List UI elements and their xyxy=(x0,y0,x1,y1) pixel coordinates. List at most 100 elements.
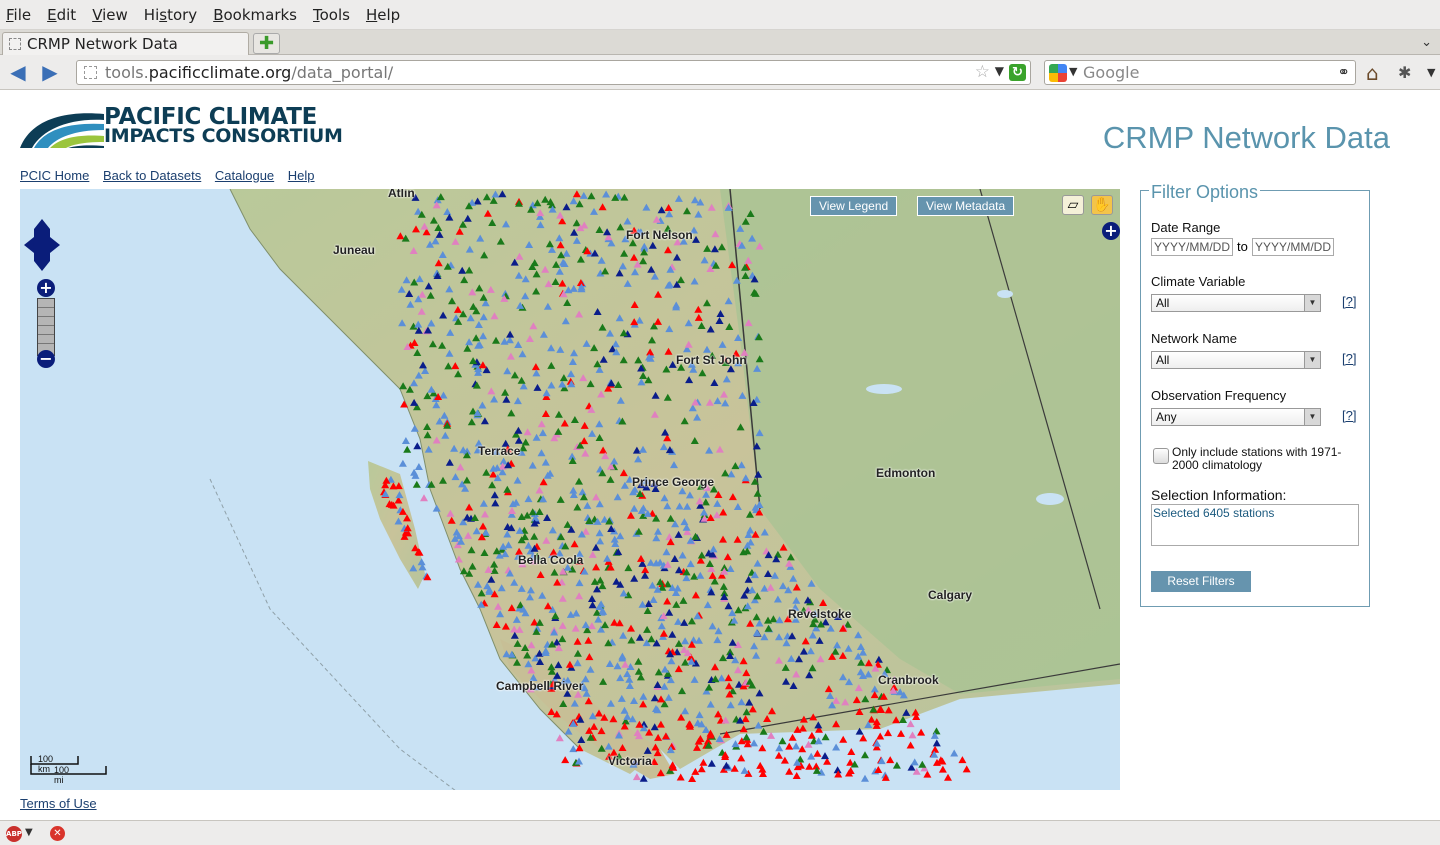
tab-list-chevron-icon[interactable]: ⌄ xyxy=(1421,35,1432,50)
station-marker[interactable] xyxy=(923,770,932,778)
station-marker[interactable] xyxy=(632,773,641,781)
date-from-input[interactable]: YYYY/MM/DD xyxy=(1151,238,1233,256)
extension-dropdown-icon[interactable]: ▼ xyxy=(1427,66,1435,79)
station-marker[interactable] xyxy=(737,754,746,762)
pcic-logo[interactable]: PACIFIC CLIMATE IMPACTS CONSORTIUM xyxy=(20,106,372,150)
zoom-out-button[interactable]: − xyxy=(37,350,55,368)
station-marker[interactable] xyxy=(958,756,967,764)
url-bar[interactable]: tools. pacificclimate.org/data_portal/ ☆ … xyxy=(76,60,1031,85)
station-marker[interactable] xyxy=(906,741,915,749)
browser-tab[interactable]: CRMP Network Data xyxy=(2,32,249,55)
station-marker[interactable] xyxy=(839,735,848,743)
station-marker[interactable] xyxy=(778,737,787,745)
menu-history[interactable]: History xyxy=(142,6,199,24)
station-marker[interactable] xyxy=(892,761,901,769)
network-name-help-link[interactable]: [?] xyxy=(1342,351,1356,366)
link-catalogue[interactable]: Catalogue xyxy=(215,168,274,183)
zoom-in-button[interactable]: + xyxy=(37,279,55,297)
station-map[interactable]: Atlin Juneau Fort Nelson Fort St John Te… xyxy=(20,189,1120,790)
station-marker[interactable] xyxy=(792,742,801,750)
station-marker[interactable] xyxy=(561,756,570,764)
url-history-dropdown-icon[interactable]: ▼ xyxy=(995,64,1004,78)
link-back-to-datasets[interactable]: Back to Datasets xyxy=(103,168,201,183)
station-marker[interactable] xyxy=(740,766,749,774)
station-marker[interactable] xyxy=(697,765,706,773)
station-marker[interactable] xyxy=(932,739,941,747)
station-marker[interactable] xyxy=(931,745,940,753)
menu-file[interactable]: File xyxy=(4,6,33,24)
map-canvas[interactable] xyxy=(20,189,1120,790)
station-marker[interactable] xyxy=(938,765,947,773)
layer-switcher-icon[interactable]: + xyxy=(1102,222,1120,240)
menu-view[interactable]: View xyxy=(90,6,130,24)
reload-icon[interactable]: ↻ xyxy=(1009,64,1026,81)
station-marker[interactable] xyxy=(699,758,708,766)
station-marker[interactable] xyxy=(918,760,927,768)
stop-icon[interactable]: ✕ xyxy=(50,826,65,841)
station-marker[interactable] xyxy=(805,762,814,770)
station-marker[interactable] xyxy=(861,774,869,782)
menu-help[interactable]: Help xyxy=(364,6,402,24)
station-marker[interactable] xyxy=(785,742,794,750)
station-marker[interactable] xyxy=(555,734,564,742)
station-marker[interactable] xyxy=(847,748,856,755)
station-marker[interactable] xyxy=(906,720,915,728)
pan-hand-icon[interactable]: ✋ xyxy=(1091,195,1113,215)
station-marker[interactable] xyxy=(944,773,952,781)
link-pcic-home[interactable]: PCIC Home xyxy=(20,168,89,183)
station-marker[interactable] xyxy=(832,743,841,751)
date-to-input[interactable]: YYYY/MM/DD xyxy=(1252,238,1334,256)
menu-bookmarks[interactable]: Bookmarks xyxy=(211,6,299,24)
station-marker[interactable] xyxy=(742,733,751,741)
observation-frequency-select[interactable]: Any ▼ xyxy=(1151,408,1321,426)
station-marker[interactable] xyxy=(792,772,801,779)
station-marker[interactable] xyxy=(807,731,816,739)
view-legend-button[interactable]: View Legend xyxy=(810,196,898,216)
adblock-icon[interactable]: ABP xyxy=(6,826,22,842)
station-marker[interactable] xyxy=(859,734,868,742)
menu-edit[interactable]: Edit xyxy=(45,6,78,24)
station-marker[interactable] xyxy=(398,459,407,467)
station-marker[interactable] xyxy=(758,744,767,752)
station-marker[interactable] xyxy=(788,733,797,741)
station-marker[interactable] xyxy=(908,731,917,739)
station-marker[interactable] xyxy=(412,480,421,488)
engine-dropdown-icon[interactable]: ▼ xyxy=(1069,65,1077,78)
reset-filters-button[interactable]: Reset Filters xyxy=(1151,571,1251,592)
station-marker[interactable] xyxy=(821,733,830,741)
terms-of-use-link[interactable]: Terms of Use xyxy=(20,796,97,811)
zoom-slider[interactable] xyxy=(37,298,55,356)
station-marker[interactable] xyxy=(414,463,423,470)
observation-frequency-help-link[interactable]: [?] xyxy=(1342,408,1356,423)
station-marker[interactable] xyxy=(910,758,919,766)
station-marker[interactable] xyxy=(876,732,885,740)
station-marker[interactable] xyxy=(813,749,822,757)
station-marker[interactable] xyxy=(707,759,716,767)
search-bar[interactable]: ▼ Google ⚭ xyxy=(1044,60,1356,85)
view-metadata-button[interactable]: View Metadata xyxy=(917,196,1015,216)
station-marker[interactable] xyxy=(962,765,971,773)
climate-variable-select[interactable]: All ▼ xyxy=(1151,294,1321,312)
station-marker[interactable] xyxy=(886,756,895,764)
adblock-dropdown-icon[interactable]: ▼ xyxy=(25,827,33,838)
home-icon[interactable]: ⌂ xyxy=(1366,61,1379,85)
climate-variable-help-link[interactable]: [?] xyxy=(1342,294,1356,309)
station-marker[interactable] xyxy=(401,437,410,444)
network-name-select[interactable]: All ▼ xyxy=(1151,351,1321,369)
station-marker[interactable] xyxy=(917,728,926,736)
station-marker[interactable] xyxy=(932,727,941,735)
site-identity-icon[interactable] xyxy=(84,66,97,79)
station-marker[interactable] xyxy=(413,442,422,450)
link-help[interactable]: Help xyxy=(288,168,315,183)
station-marker[interactable] xyxy=(420,494,428,502)
station-marker[interactable] xyxy=(897,729,905,737)
bookmark-star-icon[interactable]: ☆ xyxy=(975,62,990,82)
pan-arrows-icon[interactable] xyxy=(24,219,60,271)
station-marker[interactable] xyxy=(676,773,685,781)
station-marker[interactable] xyxy=(785,767,794,775)
google-engine-icon[interactable] xyxy=(1049,64,1067,82)
station-marker[interactable] xyxy=(821,752,829,760)
new-tab-button[interactable]: ✚ xyxy=(253,33,280,54)
extension-icon[interactable]: ✱ xyxy=(1398,63,1411,82)
station-marker[interactable] xyxy=(775,744,784,752)
